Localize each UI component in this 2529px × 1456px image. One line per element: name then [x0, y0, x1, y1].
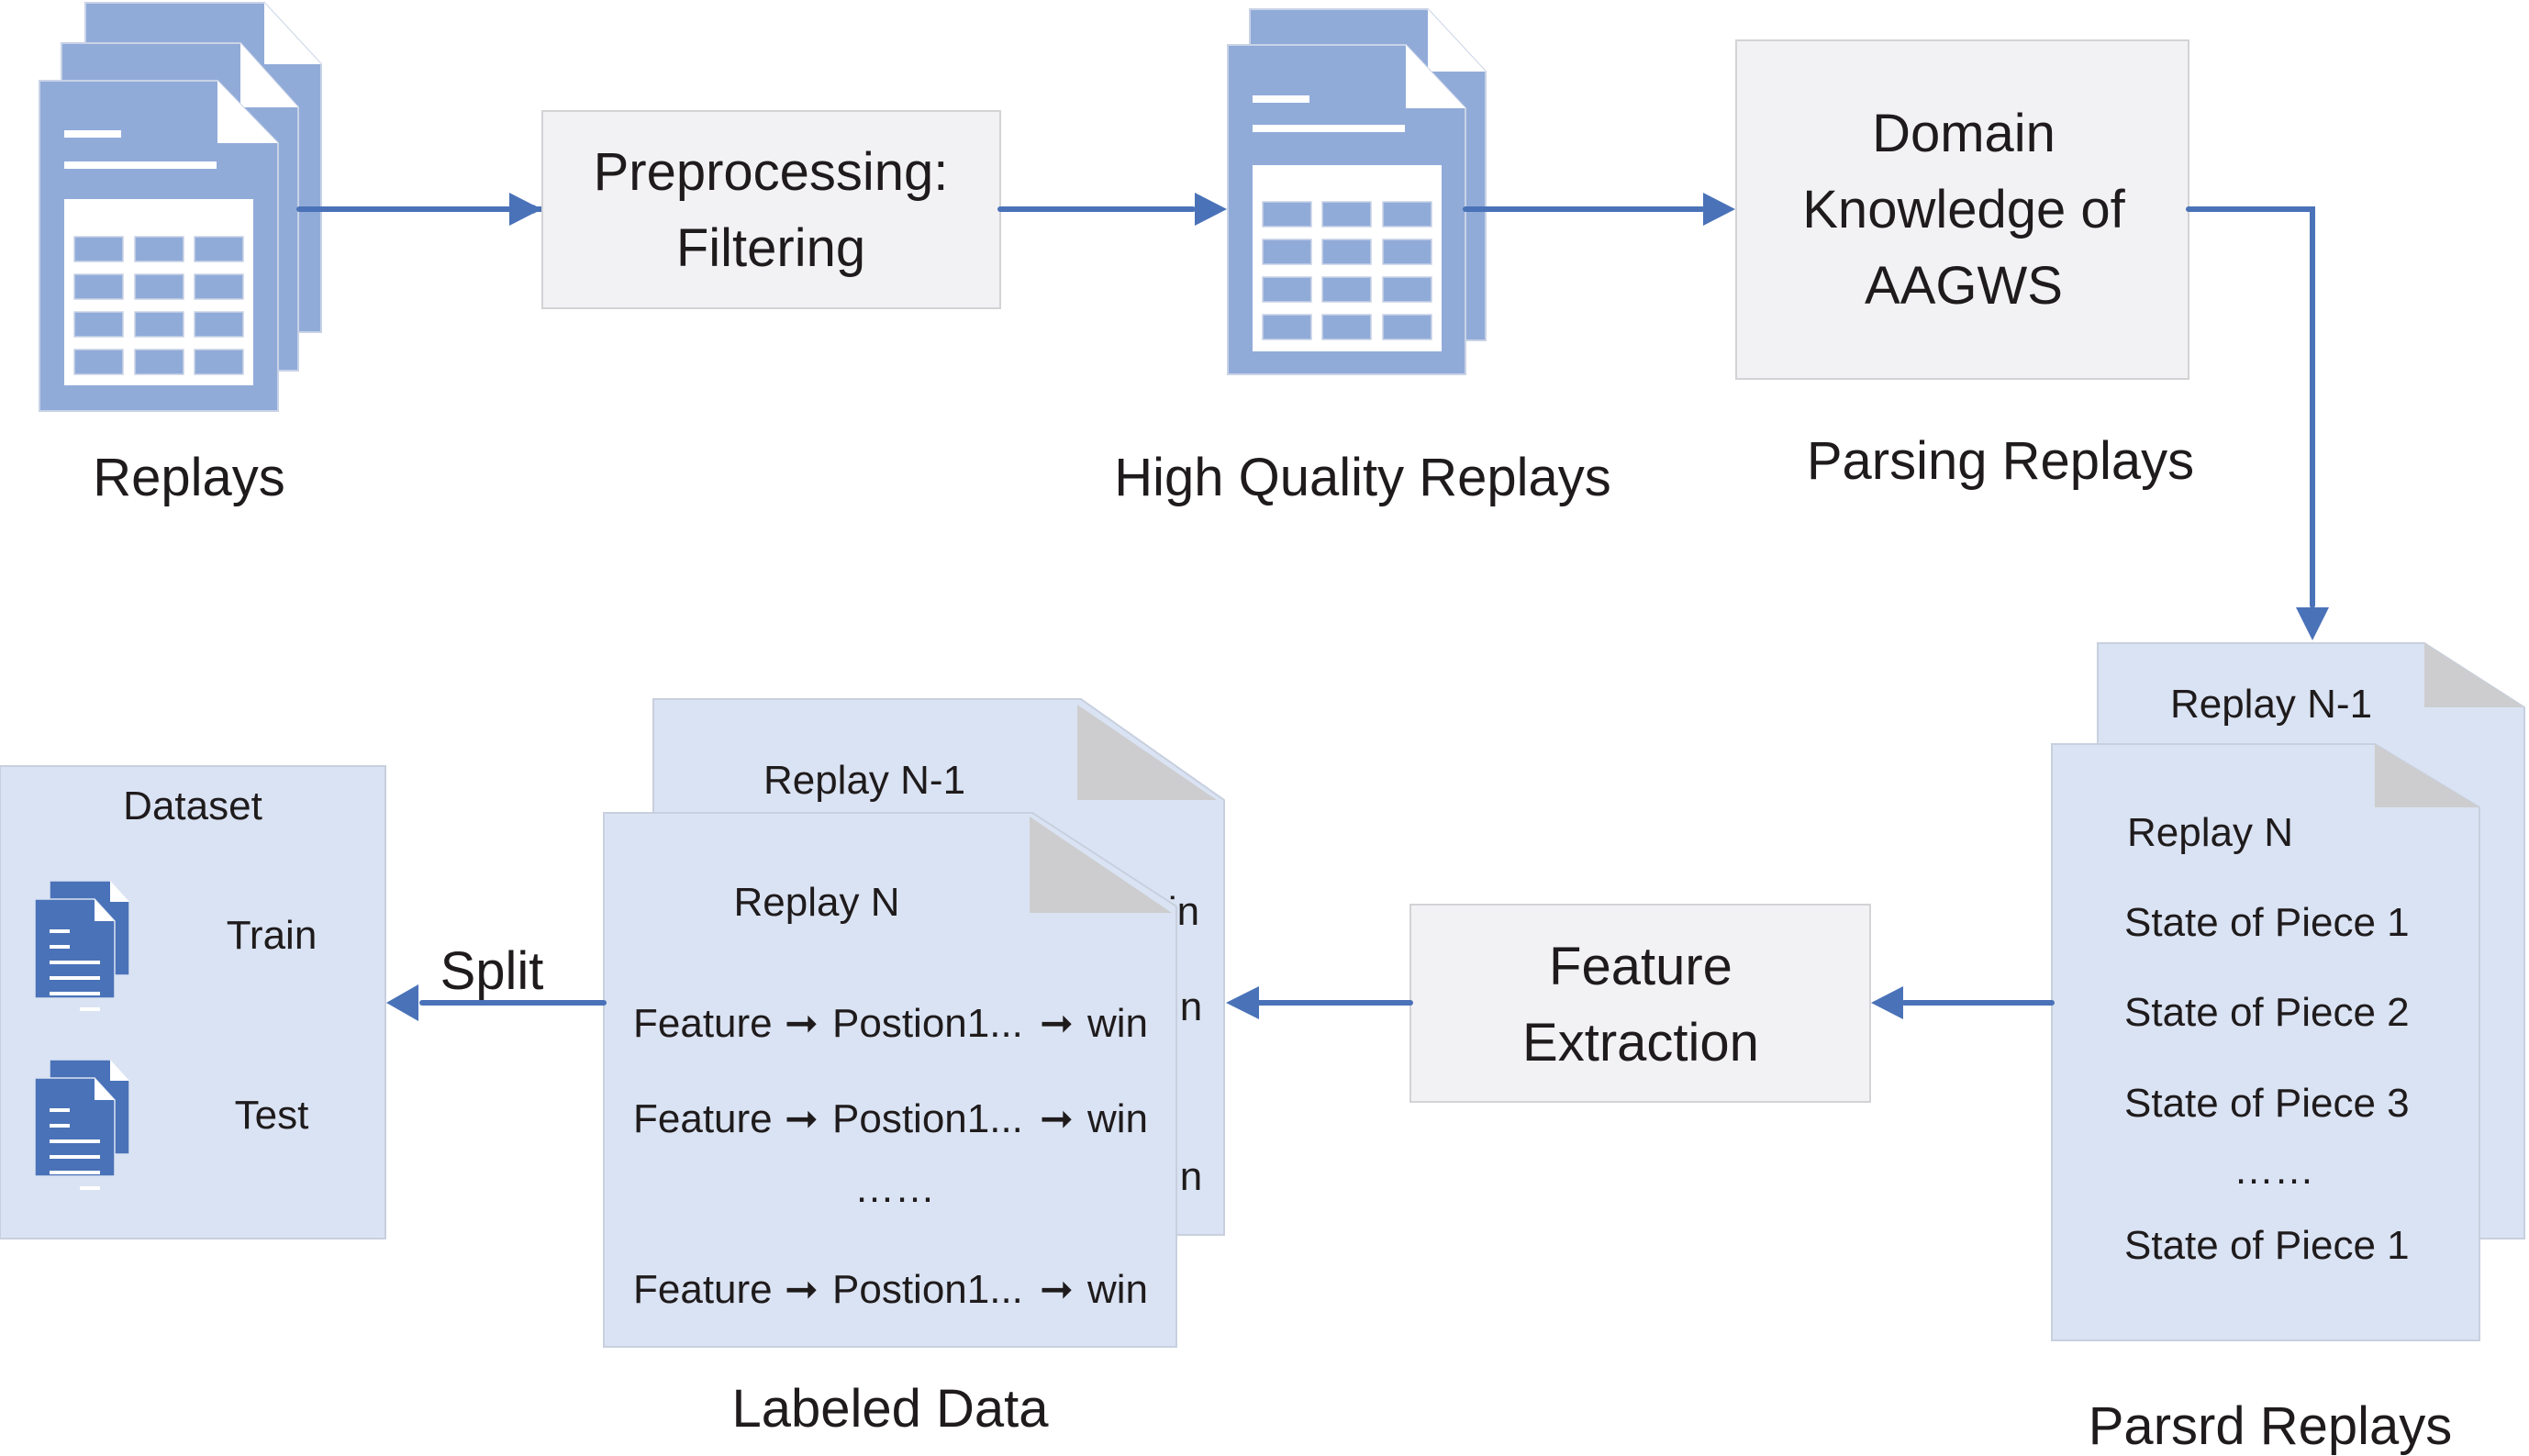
feature-line-2: Extraction	[1522, 1013, 1759, 1073]
row-feature: Feature	[633, 1001, 773, 1046]
domain-knowledge-box: Domain Knowledge of AAGWS	[1735, 39, 2189, 380]
labeled-ellipsis: ……	[854, 1166, 935, 1211]
parsed-back-title: Replay N-1	[2170, 682, 2372, 727]
dataset-box: Dataset Train Test	[0, 765, 386, 1239]
parsing-replays-caption: Parsing Replays	[1807, 431, 2194, 491]
labeled-row: Feature ➞ Postion1... ➞ win	[633, 1096, 1148, 1141]
labeled-back-title: Replay N-1	[763, 758, 965, 803]
high-quality-label: High Quality Replays	[1114, 448, 1611, 507]
arrowhead	[2296, 607, 2329, 640]
arrow-right-icon: ➞	[785, 1267, 819, 1312]
arrow-domain-to-parsed	[2186, 206, 2315, 608]
parsed-replay-front-page: Replay N State of Piece 1 State of Piece…	[2051, 743, 2480, 1341]
arrow-right-icon: ➞	[1040, 1096, 1074, 1141]
row-result: win	[1086, 1001, 1148, 1046]
high-quality-docs-icon	[1227, 8, 1487, 375]
labeled-row: Feature ➞ Postion1... ➞ win	[633, 1267, 1148, 1312]
preprocessing-line-2: Filtering	[676, 218, 865, 278]
arrow-right-icon: ➞	[1040, 1001, 1074, 1046]
arrow-right-icon: ➞	[785, 1001, 819, 1046]
labeled-row: Feature ➞ Postion1... ➞ win	[633, 1001, 1148, 1046]
dataset-title: Dataset	[123, 784, 262, 828]
labeled-back-peek: n	[1180, 984, 1202, 1029]
parsed-row: State of Piece 3	[2124, 1081, 2410, 1126]
arrowhead	[386, 984, 418, 1021]
split-label: Split	[440, 941, 544, 1001]
arrowhead	[509, 193, 541, 226]
row-feature: Feature	[633, 1267, 773, 1312]
domain-line-3: AAGWS	[1865, 256, 2063, 316]
parsed-row: State of Piece 2	[2124, 990, 2410, 1035]
test-document-icon	[34, 1059, 130, 1190]
arrow-right-icon: ➞	[785, 1096, 819, 1141]
doc-sheet-front	[1227, 44, 1466, 375]
preprocessing-box: Preprocessing: Filtering	[541, 110, 1001, 309]
labeled-front-title: Replay N	[734, 880, 900, 925]
parsed-replays-label: Parsrd Replays	[2089, 1396, 2452, 1456]
domain-line-1: Domain	[1872, 104, 2056, 163]
preprocessing-line-1: Preprocessing:	[594, 142, 949, 202]
arrowhead	[1871, 986, 1903, 1019]
row-result: win	[1086, 1267, 1148, 1312]
feature-line-1: Feature	[1549, 937, 1732, 996]
arrowhead	[1703, 193, 1735, 226]
test-label: Test	[235, 1093, 309, 1138]
row-position: Postion1...	[832, 1001, 1023, 1046]
labeled-data-label: Labeled Data	[731, 1379, 1049, 1439]
row-position: Postion1...	[832, 1267, 1023, 1312]
labeled-replay-front-page: Replay N Feature ➞ Postion1... ➞ win Fea…	[603, 812, 1177, 1348]
train-document-icon	[34, 880, 130, 1011]
parsed-row: State of Piece 1	[2124, 900, 2410, 945]
doc-sheet-front	[39, 80, 279, 412]
parsed-row: State of Piece 1	[2124, 1223, 2410, 1268]
train-label: Train	[227, 913, 318, 958]
parsed-front-title: Replay N	[2127, 810, 2293, 855]
row-feature: Feature	[633, 1096, 773, 1141]
replays-docs-icon	[39, 2, 322, 412]
row-result: win	[1086, 1096, 1148, 1141]
arrowhead	[1195, 193, 1227, 226]
parsed-ellipsis: ……	[2234, 1148, 2314, 1193]
labeled-back-peek: n	[1180, 1154, 1202, 1199]
row-position: Postion1...	[832, 1096, 1023, 1141]
arrow-right-icon: ➞	[1040, 1267, 1074, 1312]
pipeline-diagram: Replays Preprocessing: Filtering High Qu…	[0, 2, 2525, 1456]
feature-extraction-box: Feature Extraction	[1409, 904, 1871, 1103]
replays-label: Replays	[93, 448, 285, 507]
arrowhead	[1226, 986, 1259, 1019]
domain-line-2: Knowledge of	[1802, 180, 2125, 239]
